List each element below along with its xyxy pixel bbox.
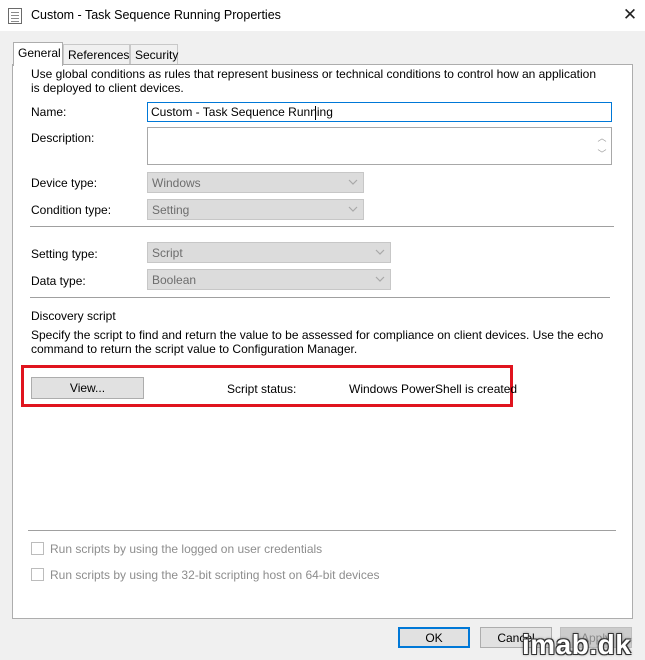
intro-text: Use global conditions as rules that repr…: [31, 67, 596, 95]
device-type-label: Device type:: [31, 176, 98, 190]
discovery-script-heading: Discovery script: [31, 309, 116, 323]
data-type-label: Data type:: [31, 274, 86, 288]
run-32bit-checkbox[interactable]: [31, 568, 44, 581]
condition-type-value: Setting: [152, 203, 190, 217]
properties-document-icon: [8, 8, 22, 24]
chevron-down-icon: [375, 276, 385, 282]
view-script-button[interactable]: View...: [31, 377, 144, 399]
text-caret: [315, 106, 316, 120]
chevron-down-icon: [348, 206, 358, 212]
close-icon[interactable]: ✕: [618, 4, 642, 26]
watermark-logo: imab.dk: [522, 629, 632, 660]
run-logged-on-label: Run scripts by using the logged on user …: [50, 542, 323, 556]
setting-type-select[interactable]: Script: [147, 242, 391, 263]
script-status-label: Script status:: [227, 382, 297, 396]
ok-button[interactable]: OK: [398, 627, 470, 648]
script-status-value: Windows PowerShell is created: [349, 382, 518, 396]
chevron-down-icon: [348, 179, 358, 185]
run-32bit-label: Run scripts by using the 32-bit scriptin…: [50, 568, 380, 582]
data-type-select[interactable]: Boolean: [147, 269, 391, 290]
chevron-down-icon: [375, 249, 385, 255]
condition-type-select[interactable]: Setting: [147, 199, 364, 220]
discovery-script-description: Specify the script to find and return th…: [31, 328, 604, 356]
scroll-down-icon[interactable]: ﹀: [597, 150, 607, 159]
name-field-value: Custom - Task Sequence Running: [151, 105, 333, 119]
description-field[interactable]: ︿ ﹀: [147, 127, 612, 165]
name-label: Name:: [31, 105, 67, 119]
scroll-up-icon[interactable]: ︿: [597, 134, 607, 143]
tab-general[interactable]: General: [13, 42, 63, 66]
divider: [30, 297, 610, 299]
device-type-value: Windows: [152, 176, 201, 190]
setting-type-label: Setting type:: [31, 247, 98, 261]
setting-type-value: Script: [152, 246, 183, 260]
description-label: Description:: [31, 131, 95, 145]
device-type-select[interactable]: Windows: [147, 172, 364, 193]
tab-security[interactable]: Security: [130, 44, 178, 64]
divider: [30, 226, 614, 228]
title-bar: Custom - Task Sequence Running Propertie…: [0, 0, 645, 31]
tab-references[interactable]: References: [63, 44, 130, 64]
name-field[interactable]: Custom - Task Sequence Running: [147, 102, 612, 122]
data-type-value: Boolean: [152, 273, 197, 287]
run-logged-on-checkbox[interactable]: [31, 542, 44, 555]
condition-type-label: Condition type:: [31, 203, 112, 217]
divider: [28, 530, 616, 532]
window-title: Custom - Task Sequence Running Propertie…: [31, 8, 281, 22]
